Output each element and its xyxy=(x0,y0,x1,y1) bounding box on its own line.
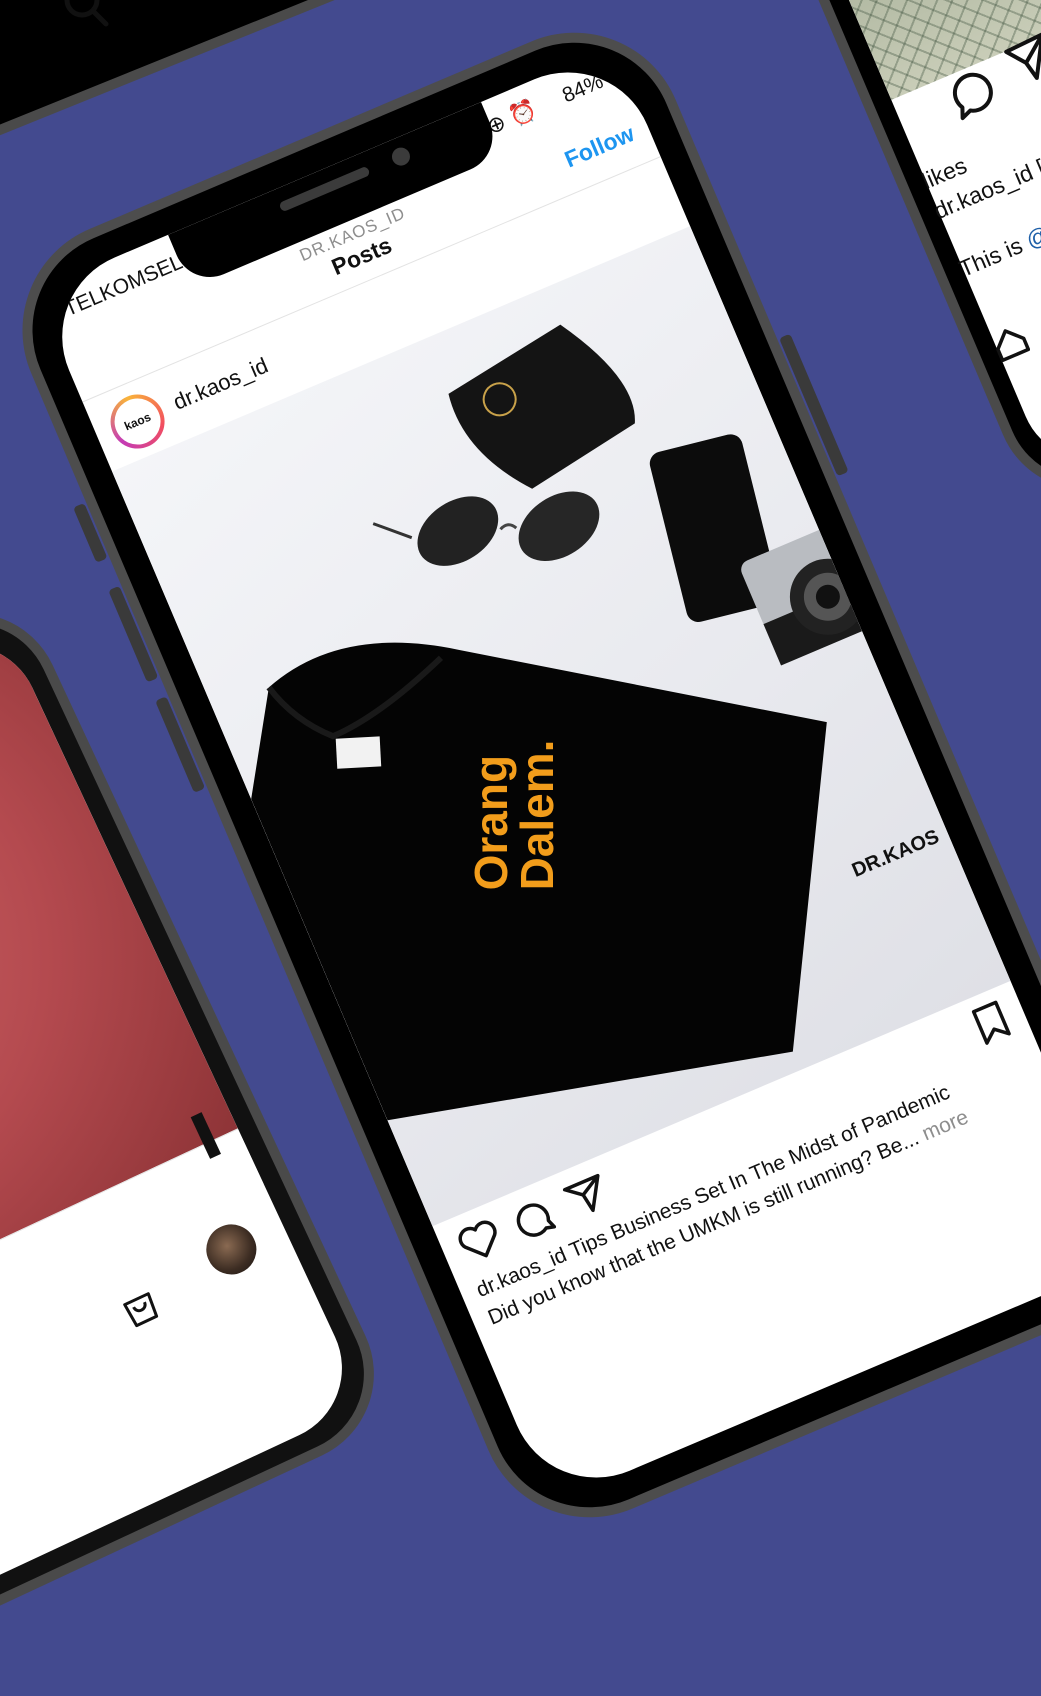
shirt-text-line2: Dalem. xyxy=(511,740,563,891)
bookmark-icon[interactable] xyxy=(967,996,1017,1049)
camera-icon xyxy=(741,504,929,666)
shirt-print-text: Orang Dalem. xyxy=(465,740,563,891)
profile-avatar[interactable] xyxy=(195,1213,268,1286)
home-icon[interactable] xyxy=(990,322,1030,362)
post-username[interactable]: dr.kaos_id xyxy=(169,353,271,416)
comment-icon[interactable] xyxy=(505,1191,561,1245)
share-icon[interactable] xyxy=(1004,32,1041,85)
like-icon[interactable] xyxy=(452,1214,508,1268)
profile-avatar-ring[interactable]: kaos xyxy=(102,386,173,457)
battery-percentage: 84% xyxy=(559,69,607,108)
comment-icon[interactable] xyxy=(948,69,997,121)
shopping-bag-icon[interactable] xyxy=(113,1280,166,1333)
sunglasses-case-icon xyxy=(448,324,635,489)
sunglasses-icon xyxy=(372,491,600,566)
search-icon[interactable] xyxy=(58,0,114,34)
shirt-text-line1: Orang xyxy=(465,755,517,890)
alarm-icon: ⏰ xyxy=(505,96,541,130)
share-icon[interactable] xyxy=(559,1169,615,1223)
front-camera xyxy=(389,144,413,169)
speaker-grille xyxy=(278,165,371,213)
profile-avatar: kaos xyxy=(107,391,168,452)
